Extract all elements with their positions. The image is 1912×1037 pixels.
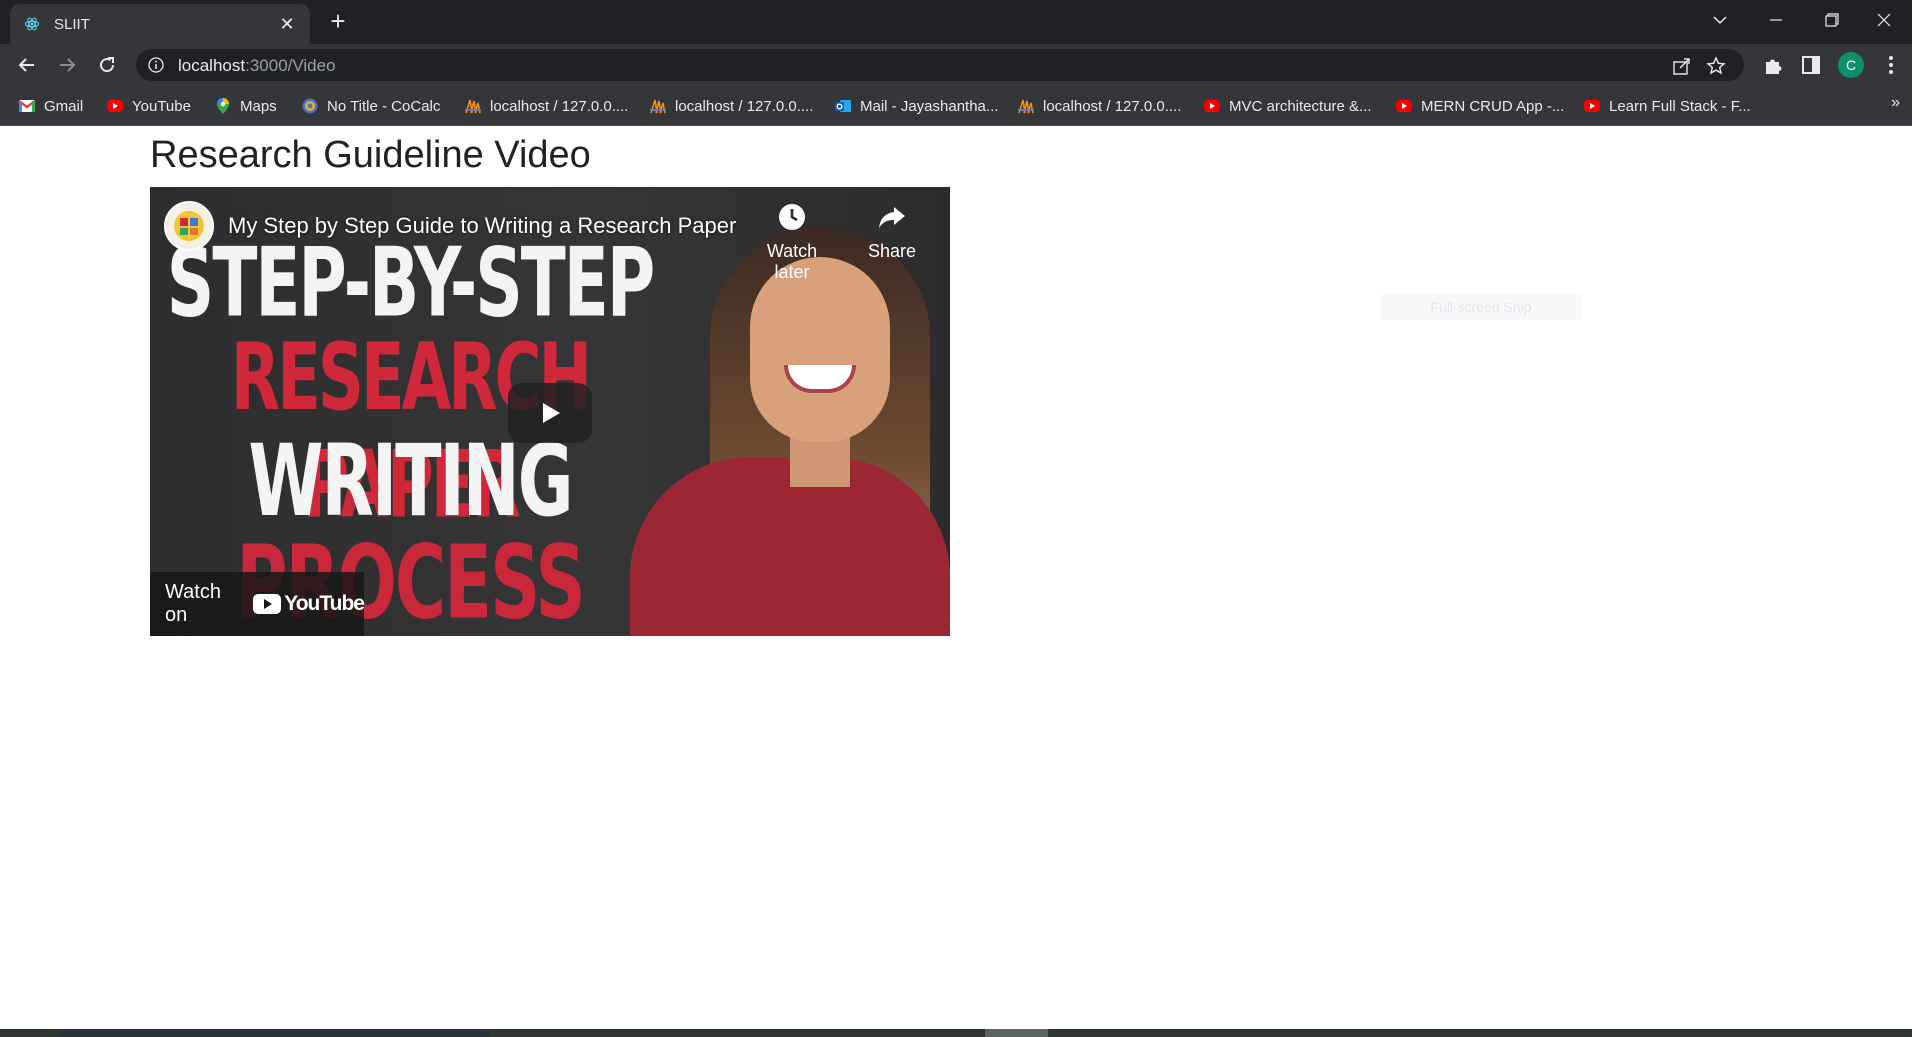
bookmark-localhost-1[interactable]: localhost / 127.0.0.... [464, 96, 628, 116]
bookmark-label: No Title - CoCalc [327, 97, 441, 115]
play-icon [543, 403, 560, 423]
site-info-icon[interactable] [148, 57, 164, 73]
bookmark-youtube[interactable]: YouTube [106, 96, 191, 116]
outlook-icon [835, 100, 851, 112]
url-path: :3000/Video [245, 56, 336, 75]
taskbar-edge-segment [60, 1029, 490, 1037]
url-text[interactable]: localhost:3000/Video [178, 56, 336, 76]
tab-search-chevron-icon[interactable] [1692, 0, 1748, 40]
bookmarks-overflow-button[interactable]: » [1891, 94, 1900, 112]
watch-later-label: Watch later [766, 241, 818, 282]
youtube-icon [1396, 100, 1412, 112]
page-content: Research Guideline Video STEP-BY-STEP RE… [0, 126, 1912, 1029]
phpmyadmin-icon [465, 99, 481, 114]
youtube-wordmark: YouTube [284, 592, 365, 615]
share-button[interactable]: Share [852, 201, 932, 262]
youtube-play-logo-icon [253, 594, 282, 614]
react-icon [24, 17, 40, 31]
youtube-icon [1204, 100, 1220, 112]
new-tab-button[interactable]: + [324, 8, 352, 36]
restore-button[interactable] [1804, 0, 1860, 40]
taskbar-edge-segment [985, 1029, 1048, 1037]
bookmark-label: Gmail [44, 97, 84, 115]
bookmark-label: Mail - Jayashantha... [860, 97, 999, 115]
forward-button[interactable] [52, 50, 82, 80]
youtube-icon [1584, 100, 1600, 112]
phpmyadmin-icon [1018, 99, 1034, 114]
channel-logo-icon [174, 211, 204, 241]
bookmark-cocalc[interactable]: No Title - CoCalc [301, 96, 440, 116]
minimize-button[interactable] [1748, 0, 1804, 40]
bookmark-learn-full-stack[interactable]: Learn Full Stack - F... [1583, 96, 1751, 116]
menu-kebab-icon[interactable] [1880, 54, 1902, 76]
tab-close-icon[interactable]: ✕ [276, 13, 298, 35]
thumbnail-person-face [750, 257, 890, 442]
url-host: localhost [178, 56, 246, 75]
youtube-icon [107, 100, 123, 112]
address-bar[interactable]: localhost:3000/Video [136, 49, 1744, 81]
side-panel-icon[interactable] [1800, 54, 1822, 76]
phpmyadmin-icon [650, 99, 666, 114]
bookmark-label: MERN CRUD App -... [1421, 97, 1565, 115]
bookmark-maps[interactable]: Maps [214, 96, 277, 116]
bookmark-gmail[interactable]: Gmail [18, 96, 83, 116]
maps-icon [217, 98, 229, 114]
snip-overlay-label: Full-screen Snip [1380, 294, 1582, 320]
clock-icon [779, 204, 805, 230]
tab-sliit[interactable]: SLIIT ✕ [10, 4, 310, 44]
bookmark-localhost-2[interactable]: localhost / 127.0.0.... [649, 96, 813, 116]
channel-avatar[interactable] [164, 201, 214, 251]
back-button[interactable] [12, 50, 42, 80]
bookmarks-bar: Gmail YouTube Maps No Title - CoCalc loc… [0, 86, 1912, 126]
reload-button[interactable] [92, 50, 122, 80]
share-arrow-icon [879, 207, 905, 228]
share-page-icon[interactable] [1672, 56, 1692, 76]
bookmark-label: Learn Full Stack - F... [1609, 97, 1751, 115]
watch-on-label: Watch on [165, 581, 221, 626]
tab-title: SLIIT [54, 16, 90, 33]
bookmark-mern-crud[interactable]: MERN CRUD App -... [1395, 96, 1564, 116]
back-arrow-icon [18, 58, 34, 72]
page-title: Research Guideline Video [150, 134, 591, 176]
profile-avatar[interactable]: C [1838, 52, 1864, 78]
forward-arrow-icon [60, 58, 76, 72]
tab-strip: SLIIT ✕ + [0, 0, 1912, 44]
youtube-logo: YouTube [253, 592, 365, 616]
youtube-embed[interactable]: STEP-BY-STEP RESEARCH PAPER WRITING PROC… [150, 187, 950, 636]
bookmark-label: localhost / 127.0.0.... [1043, 97, 1182, 115]
cocalc-icon [302, 98, 318, 114]
close-window-button[interactable] [1856, 0, 1912, 40]
bookmark-localhost-3[interactable]: localhost / 127.0.0.... [1017, 96, 1181, 116]
video-title-link[interactable]: My Step by Step Guide to Writing a Resea… [228, 213, 736, 239]
bookmark-mvc-architecture[interactable]: MVC architecture &... [1203, 96, 1372, 116]
bookmark-label: localhost / 127.0.0.... [490, 97, 629, 115]
share-label: Share [867, 241, 917, 261]
gmail-icon [18, 100, 36, 112]
bookmark-label: MVC architecture &... [1229, 97, 1372, 115]
reload-icon [100, 57, 115, 73]
bookmark-label: Maps [240, 97, 277, 115]
bookmark-label: localhost / 127.0.0.... [675, 97, 814, 115]
bookmark-label: YouTube [132, 97, 191, 115]
thumbnail-text-line: STEP-BY-STEP [166, 227, 655, 339]
bookmark-star-icon[interactable] [1706, 56, 1726, 76]
play-button[interactable] [508, 383, 592, 443]
watch-later-button[interactable]: Watch later [752, 201, 832, 283]
browser-toolbar: localhost:3000/Video C [0, 44, 1912, 86]
bookmark-outlook-mail[interactable]: Mail - Jayashantha... [834, 96, 998, 116]
watch-on-youtube-button[interactable]: Watch on YouTube [150, 572, 365, 636]
extensions-puzzle-icon[interactable] [1762, 54, 1784, 76]
